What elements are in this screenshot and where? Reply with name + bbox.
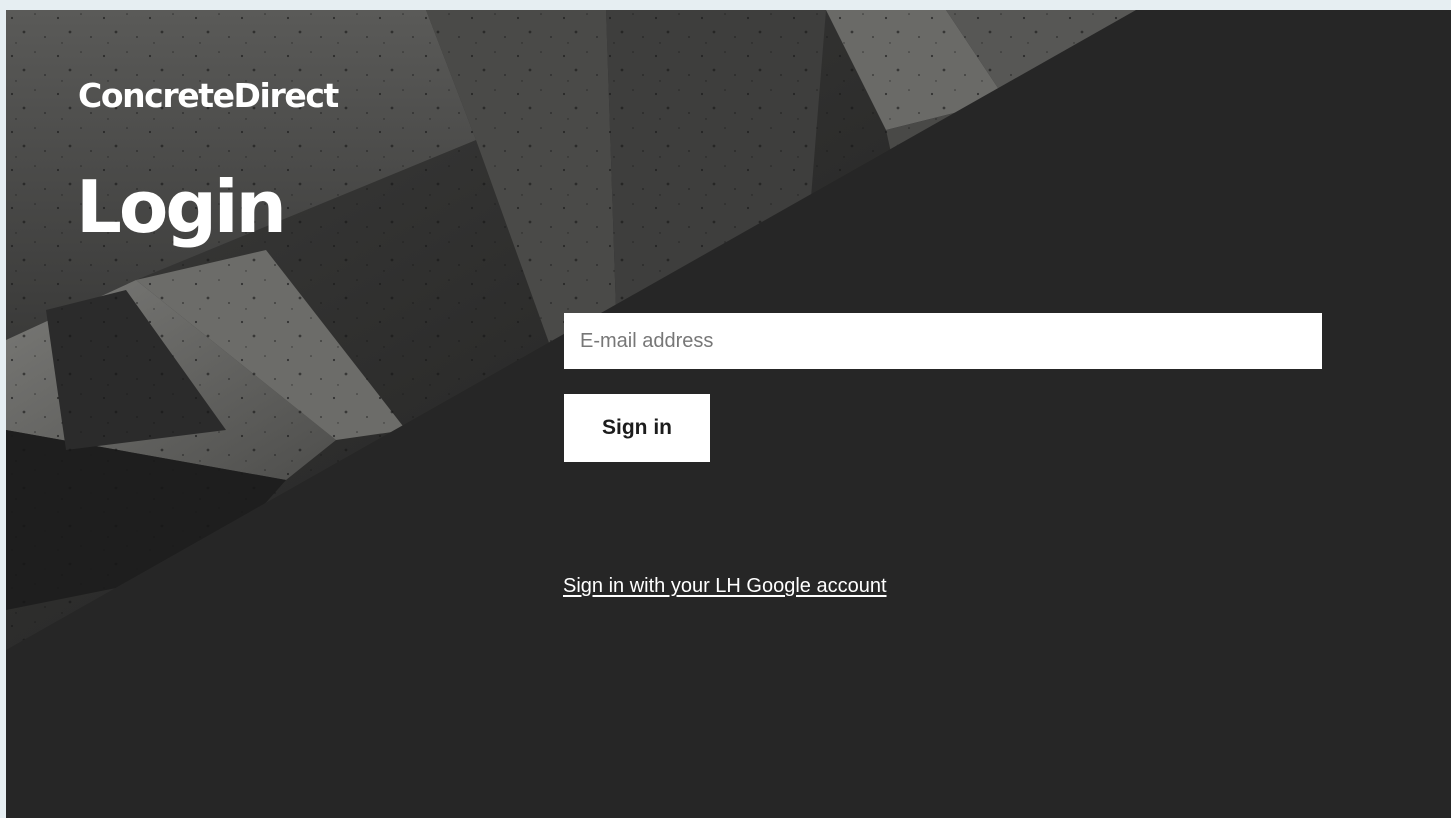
page-title: Login xyxy=(76,165,287,249)
email-input[interactable] xyxy=(564,313,1322,369)
sign-in-button[interactable]: Sign in xyxy=(564,394,710,462)
brand-logo: ConcreteDirect xyxy=(78,76,339,115)
login-page: ConcreteDirect Login Sign in Sign in wit… xyxy=(6,10,1451,818)
concrete-background-image xyxy=(6,10,1136,650)
google-sign-in-link[interactable]: Sign in with your LH Google account xyxy=(563,575,887,598)
